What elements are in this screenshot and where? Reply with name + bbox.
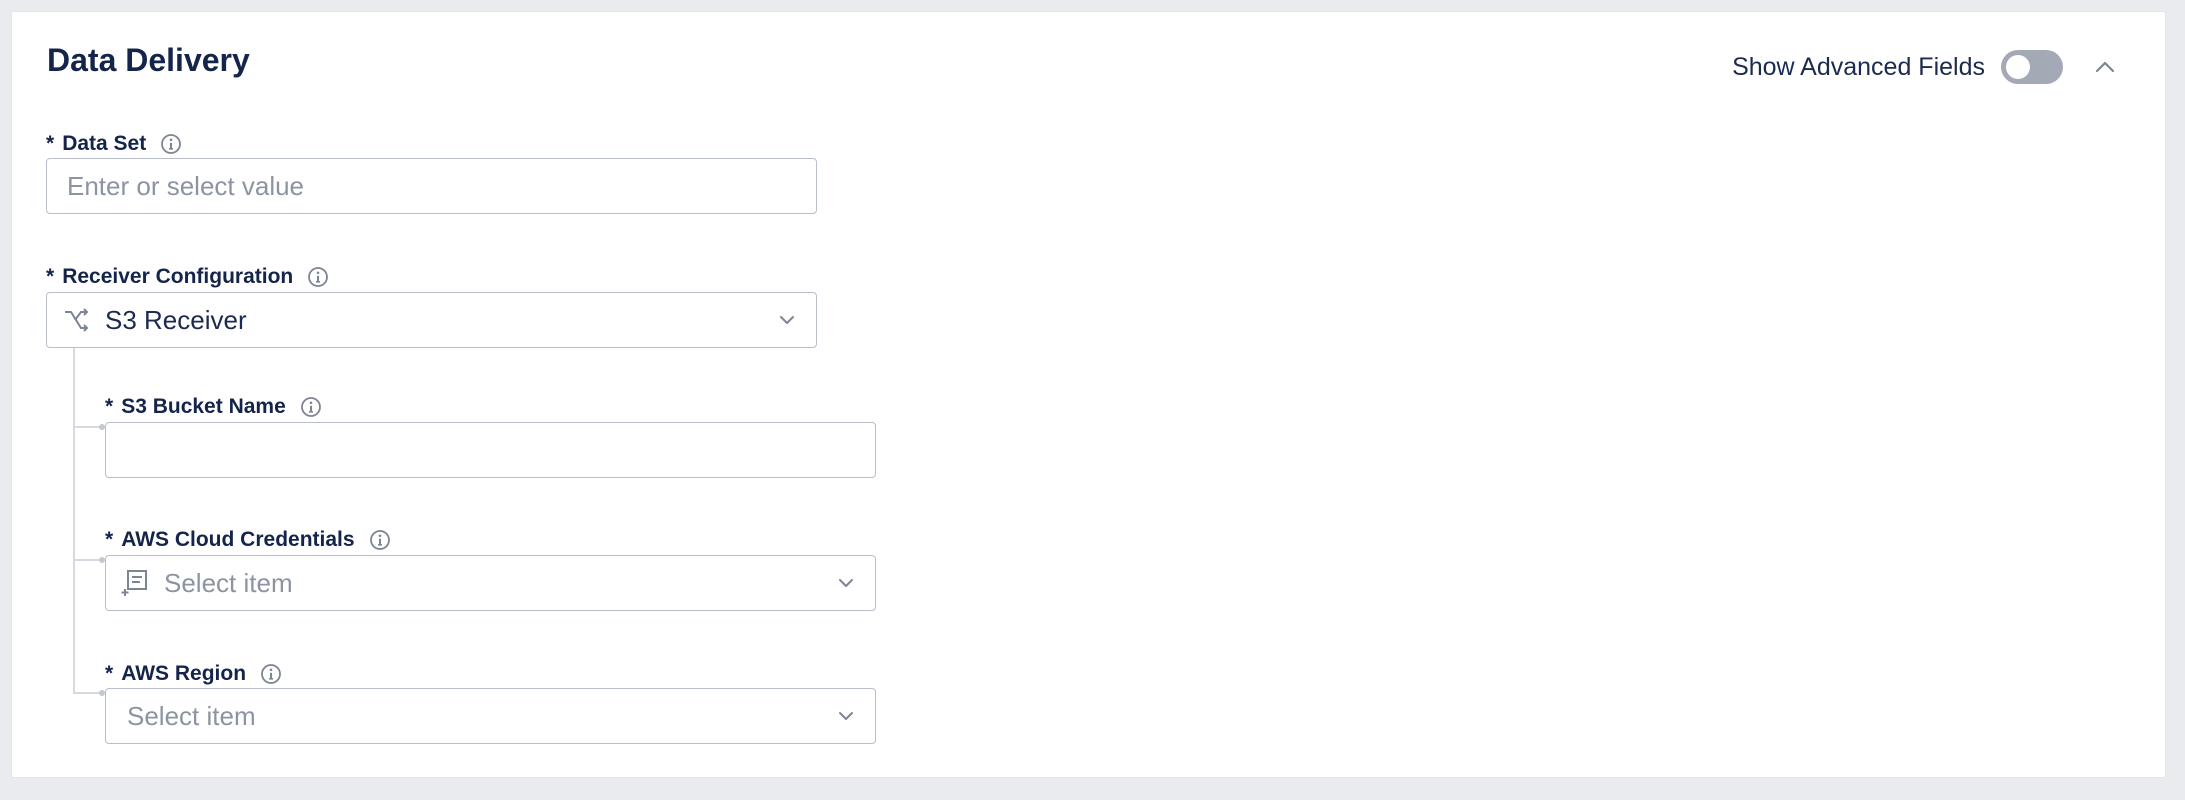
panel-title: Data Delivery <box>47 42 250 78</box>
credentials-icon <box>118 566 152 600</box>
required-marker: * <box>105 662 114 685</box>
tree-branch <box>73 426 101 428</box>
tree-connector <box>73 348 75 694</box>
data-set-input[interactable]: Enter or select value <box>46 158 817 214</box>
chevron-down-icon <box>839 712 853 720</box>
chevron-down-icon <box>780 316 794 324</box>
aws-cloud-credentials-select[interactable]: Select item <box>105 555 876 611</box>
data-set-label-text: Data Set <box>62 132 147 155</box>
tree-branch <box>73 559 101 561</box>
chevron-up-icon <box>2095 61 2115 73</box>
toggle-knob <box>2006 55 2030 79</box>
receiver-configuration-value: S3 Receiver <box>105 304 247 335</box>
s3-bucket-name-label: * S3 Bucket Name <box>105 395 322 419</box>
required-marker: * <box>46 265 55 288</box>
required-marker: * <box>105 395 114 418</box>
data-set-label: * Data Set <box>46 132 182 156</box>
required-marker: * <box>105 528 114 551</box>
advanced-fields-label: Show Advanced Fields <box>1732 52 1985 81</box>
info-icon[interactable] <box>160 133 182 155</box>
info-icon[interactable] <box>300 396 322 418</box>
aws-region-placeholder: Select item <box>127 700 256 731</box>
info-icon[interactable] <box>369 529 391 551</box>
route-split-icon <box>59 303 93 337</box>
aws-cloud-credentials-label-text: AWS Cloud Credentials <box>121 528 355 551</box>
aws-cloud-credentials-label: * AWS Cloud Credentials <box>105 528 391 552</box>
tree-branch <box>73 692 101 694</box>
aws-cloud-credentials-placeholder: Select item <box>164 567 293 598</box>
s3-bucket-name-input[interactable] <box>105 422 876 478</box>
advanced-fields-toggle[interactable] <box>2001 50 2063 84</box>
data-delivery-panel: Data Delivery Show Advanced Fields * Dat… <box>11 11 2166 778</box>
s3-bucket-name-label-text: S3 Bucket Name <box>121 395 286 418</box>
receiver-configuration-select[interactable]: S3 Receiver <box>46 292 817 348</box>
chevron-down-icon <box>839 579 853 587</box>
aws-region-label-text: AWS Region <box>121 662 247 685</box>
required-marker: * <box>46 132 55 155</box>
advanced-fields-control: Show Advanced Fields <box>1732 50 2119 84</box>
receiver-configuration-label: * Receiver Configuration <box>46 265 329 289</box>
aws-region-select[interactable]: Select item <box>105 688 876 744</box>
aws-region-label: * AWS Region <box>105 662 282 686</box>
collapse-panel-button[interactable] <box>2091 53 2119 81</box>
data-set-placeholder: Enter or select value <box>67 170 305 201</box>
receiver-configuration-label-text: Receiver Configuration <box>62 265 294 288</box>
info-icon[interactable] <box>307 266 329 288</box>
info-icon[interactable] <box>260 663 282 685</box>
